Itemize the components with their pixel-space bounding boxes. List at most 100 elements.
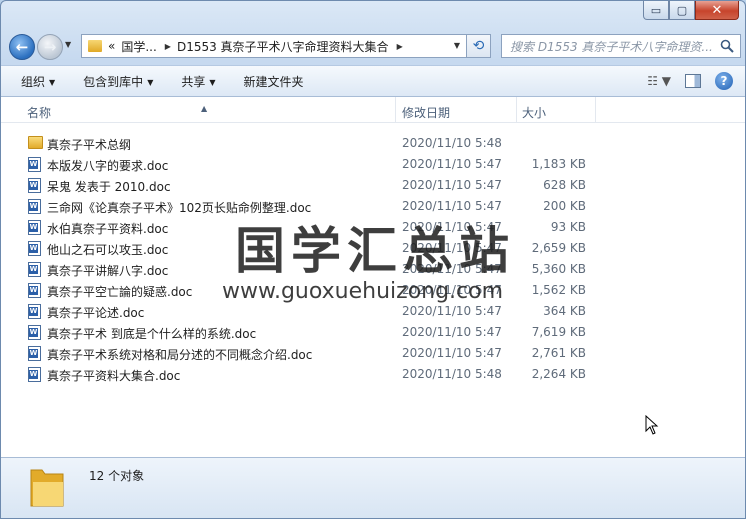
file-size: 93 KB (550, 220, 586, 234)
word-document-icon (28, 346, 41, 361)
word-document-icon (28, 304, 41, 319)
column-header-row: ▲ 名称 修改日期 大小 (1, 97, 745, 123)
file-date: 2020/11/10 5:47 (402, 178, 502, 192)
forward-button[interactable]: → (37, 34, 63, 60)
preview-pane-icon[interactable] (685, 74, 701, 88)
share-label: 共享 (181, 74, 206, 89)
view-controls: ☷ ▼ ? (647, 72, 733, 90)
file-row[interactable]: 本版发八字的要求.doc 2020/11/10 5:47 1,183 KB (1, 154, 745, 175)
file-size: 2,659 KB (531, 241, 586, 255)
file-row[interactable]: 真奈子平术总纲 2020/11/10 5:48 (1, 133, 745, 154)
file-size: 2,264 KB (531, 367, 586, 381)
folder-icon (28, 136, 43, 149)
caption-buttons: ▭ ▢ ✕ (643, 1, 739, 20)
help-icon[interactable]: ? (715, 72, 733, 90)
file-name: 真奈子平术总纲 (47, 138, 132, 152)
watermark-title: 国学汇总站 (235, 222, 515, 280)
word-document-icon (28, 283, 41, 298)
file-row[interactable]: 真奈子平术系统对格和局分述的不同概念介绍.doc 2020/11/10 5:47 2… (1, 343, 745, 364)
file-size: 1,183 KB (531, 157, 586, 171)
mouse-cursor-icon (645, 415, 659, 435)
column-header-size[interactable]: 大小 (522, 104, 546, 121)
arrow-left-icon: ← (15, 38, 29, 56)
word-document-icon (28, 199, 41, 214)
arrow-right-icon: → (43, 38, 57, 56)
word-document-icon (28, 262, 41, 277)
word-document-icon (28, 157, 41, 172)
view-options-icon[interactable]: ☷ ▼ (647, 74, 671, 88)
file-date: 2020/11/10 5:48 (402, 367, 502, 381)
search-placeholder: 搜索 D1553 真奈子平术八字命理资... (510, 39, 713, 54)
breadcrumb-current[interactable]: D1553 真奈子平术八字命理资料大集合 (177, 38, 389, 55)
chevron-right-icon[interactable]: ▶ (165, 42, 171, 51)
back-button[interactable]: ← (9, 34, 35, 60)
search-input[interactable]: 搜索 D1553 真奈子平术八字命理资... (501, 34, 741, 58)
file-row[interactable]: 真奈子平资料大集合.doc 2020/11/10 5:48 2,264 KB (1, 364, 745, 385)
file-name: 呆鬼 发表于 2010.doc (47, 180, 171, 194)
file-size: 5,360 KB (531, 262, 586, 276)
include-library-label: 包含到库中 (83, 74, 144, 89)
column-header-name[interactable]: 名称 (27, 104, 51, 121)
status-bar: 12 个对象 (1, 457, 745, 518)
include-library-menu[interactable]: 包含到库中 ▼ (83, 73, 153, 90)
file-size: 200 KB (543, 199, 586, 213)
word-document-icon (28, 325, 41, 340)
folder-icon (88, 40, 102, 52)
file-name: 真奈子平术系统对格和局分述的不同概念介绍.doc (47, 348, 313, 362)
chevron-down-icon: ▼ (209, 77, 216, 87)
refresh-icon: ⟲ (472, 38, 485, 54)
organize-menu[interactable]: 组织 ▼ (21, 73, 55, 90)
column-header-date[interactable]: 修改日期 (402, 104, 450, 121)
file-row[interactable]: 真奈子平术 到底是个什么样的系统.doc 2020/11/10 5:47 7,619… (1, 322, 745, 343)
file-row[interactable]: 真奈子平论述.doc 2020/11/10 5:47 364 KB (1, 301, 745, 322)
file-size: 628 KB (543, 178, 586, 192)
chevron-down-icon: ▼ (147, 77, 154, 87)
file-name: 真奈子平空亡論的疑惑.doc (47, 285, 193, 299)
column-divider[interactable] (395, 97, 396, 123)
word-document-icon (28, 367, 41, 382)
file-name: 真奈子平论述.doc (47, 306, 145, 320)
column-divider[interactable] (516, 97, 517, 123)
file-date: 2020/11/10 5:47 (402, 325, 502, 339)
file-name: 真奈子平资料大集合.doc (47, 369, 181, 383)
organize-label: 组织 (21, 74, 46, 89)
file-name: 他山之石可以攻玉.doc (47, 243, 169, 257)
column-divider[interactable] (595, 97, 596, 123)
new-folder-button[interactable]: 新建文件夹 (244, 73, 304, 90)
file-name: 真奈子平术 到底是个什么样的系统.doc (47, 327, 257, 341)
share-menu[interactable]: 共享 ▼ (181, 73, 215, 90)
watermark-url: www.guoxuehuizong.com (222, 279, 504, 304)
refresh-button[interactable]: ⟲ (467, 34, 491, 58)
file-name: 真奈子平讲解八字.doc (47, 264, 169, 278)
file-size: 1,562 KB (531, 283, 586, 297)
navigation-bar: ← → ▼ « 国学... ▶ D1553 真奈子平术八字命理资料大集合 ▶ ▼… (7, 31, 741, 61)
chevron-right-icon[interactable]: ▶ (397, 42, 403, 51)
close-button[interactable]: ✕ (695, 1, 739, 20)
folder-icon (30, 469, 64, 507)
file-date: 2020/11/10 5:47 (402, 304, 502, 318)
item-count: 12 个对象 (89, 469, 145, 483)
file-date: 2020/11/10 5:47 (402, 346, 502, 360)
address-bar[interactable]: « 国学... ▶ D1553 真奈子平术八字命理资料大集合 ▶ ▼ (81, 34, 467, 58)
command-bar: 组织 ▼ 包含到库中 ▼ 共享 ▼ 新建文件夹 ☷ ▼ ? (1, 65, 745, 97)
chevron-down-icon: ▼ (49, 77, 56, 87)
maximize-button[interactable]: ▢ (669, 1, 695, 20)
recent-pages-dropdown[interactable]: ▼ (65, 40, 71, 49)
minimize-button[interactable]: ▭ (643, 1, 669, 20)
file-name: 水伯真奈子平资料.doc (47, 222, 169, 236)
chevron-down-icon[interactable]: ▼ (454, 41, 460, 50)
file-name: 本版发八字的要求.doc (47, 159, 169, 173)
file-row[interactable]: 呆鬼 发表于 2010.doc 2020/11/10 5:47 628 KB (1, 175, 745, 196)
file-size: 364 KB (543, 304, 586, 318)
explorer-window: ▭ ▢ ✕ ← → ▼ « 国学... ▶ D1553 真奈子平术八字命理资料大… (0, 0, 746, 519)
word-document-icon (28, 178, 41, 193)
file-size: 7,619 KB (531, 325, 586, 339)
word-document-icon (28, 220, 41, 235)
breadcrumb-overflow[interactable]: « (108, 39, 115, 53)
sort-up-icon: ▲ (201, 104, 208, 113)
word-document-icon (28, 241, 41, 256)
search-icon[interactable] (720, 39, 734, 53)
file-date: 2020/11/10 5:47 (402, 157, 502, 171)
file-date: 2020/11/10 5:48 (402, 136, 502, 150)
breadcrumb-parent[interactable]: 国学... (121, 38, 156, 55)
